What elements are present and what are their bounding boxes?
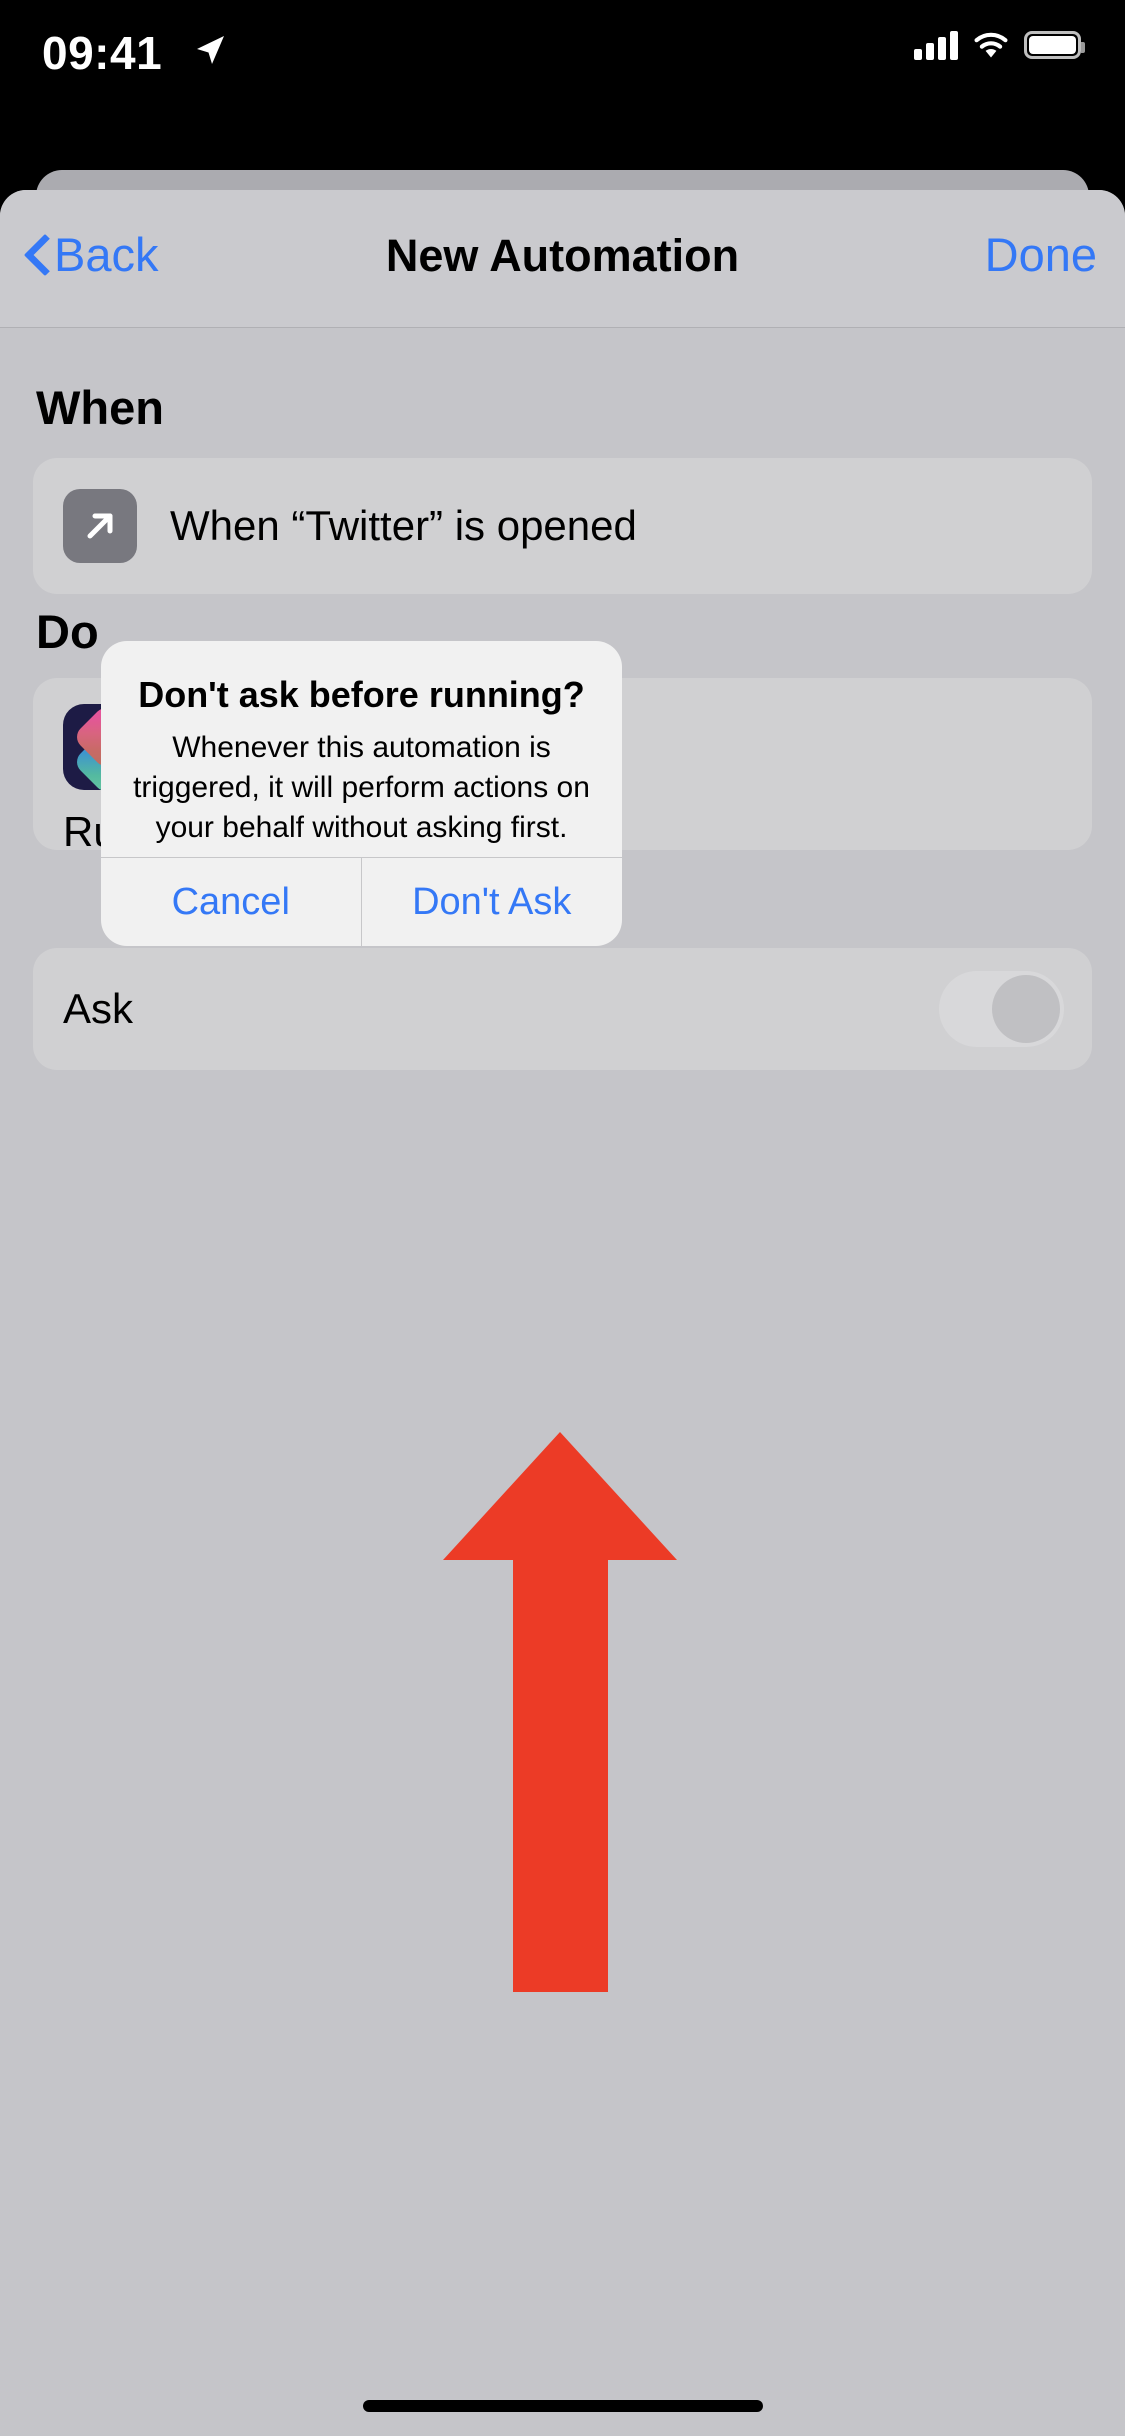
when-section-header: When: [36, 381, 164, 434]
alert-dialog: Don't ask before running? Whenever this …: [101, 641, 622, 946]
dont-ask-button[interactable]: Don't Ask: [362, 858, 623, 946]
trigger-row[interactable]: When “Twitter” is opened: [33, 458, 1092, 594]
navigation-bar: Back New Automation Done: [0, 190, 1125, 328]
alert-message: Whenever this automation is triggered, i…: [133, 731, 590, 844]
ask-before-running-row[interactable]: Ask: [33, 948, 1092, 1070]
signal-bars-icon: [914, 30, 958, 60]
status-bar-indicators: [914, 30, 1085, 60]
cancel-button[interactable]: Cancel: [101, 858, 362, 946]
trigger-label: When “Twitter” is opened: [170, 502, 637, 549]
toggle-knob: [992, 975, 1060, 1043]
arrow-up-right-icon: [63, 489, 137, 563]
location-arrow-icon: [197, 36, 224, 64]
status-bar-time: 09:41: [42, 27, 163, 79]
wifi-icon: [974, 32, 1008, 57]
home-indicator[interactable]: [362, 2400, 763, 2412]
ask-before-running-toggle[interactable]: [939, 971, 1064, 1047]
ask-before-running-label: Ask: [63, 985, 134, 1032]
do-section-header: Do: [36, 605, 99, 658]
modal-sheet: Back New Automation Done When When “Twit…: [0, 190, 1125, 2436]
alert-button-row: Cancel Don't Ask: [101, 857, 622, 946]
alert-title: Don't ask before running?: [138, 674, 585, 715]
status-bar: 09:41: [0, 0, 1125, 132]
battery-icon: [1024, 31, 1085, 59]
done-button[interactable]: Done: [985, 227, 1097, 282]
page-title: New Automation: [385, 230, 740, 281]
phone-screen: 09:41 Back New Automation Done When When…: [0, 0, 1125, 2436]
